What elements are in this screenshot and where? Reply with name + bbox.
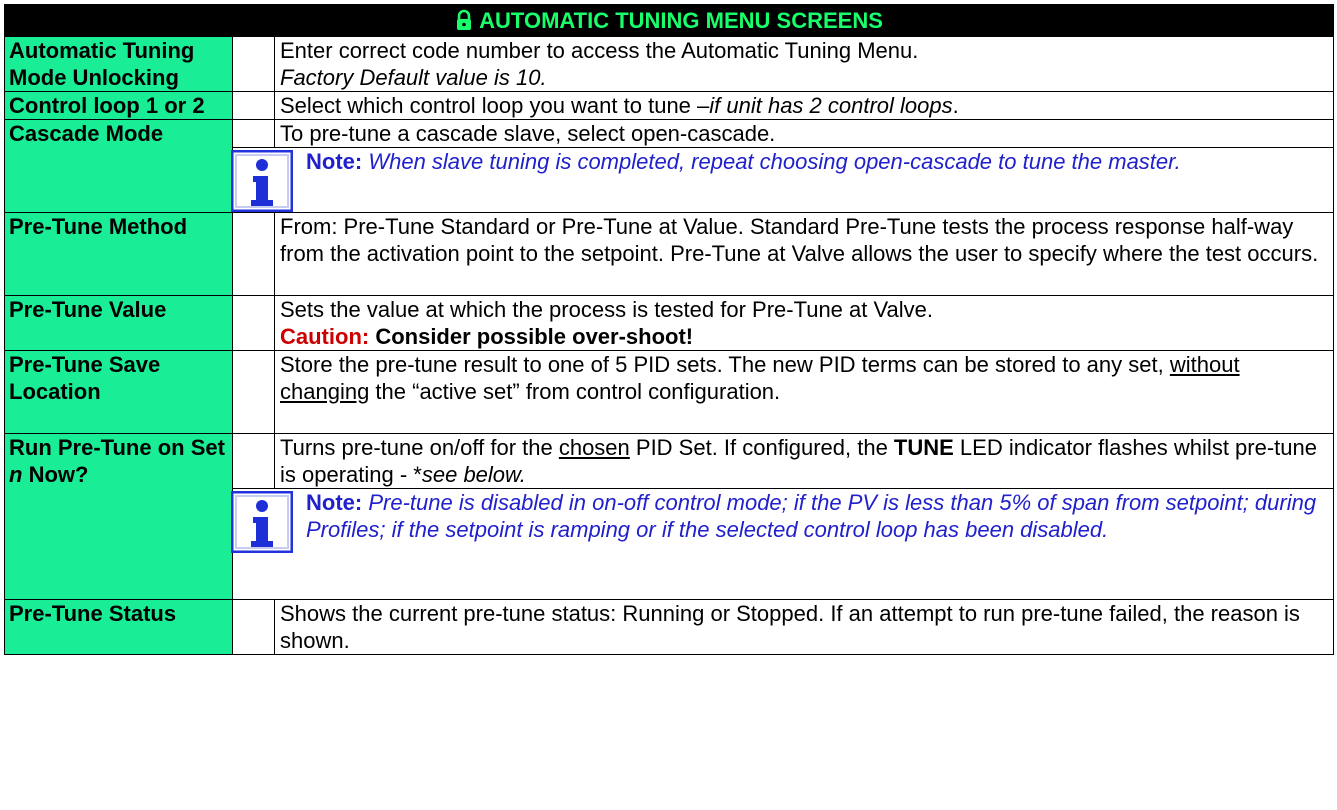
row-gap xyxy=(232,599,275,655)
description-italic: if unit has 2 control loops xyxy=(709,93,953,118)
description-text-end: the “active set” from control configurat… xyxy=(369,379,781,404)
row-gap xyxy=(232,212,275,296)
table-row: Pre-Tune Status Shows the current pre-tu… xyxy=(4,599,1335,655)
tune-led-label: TUNE xyxy=(893,435,954,460)
note-cell: Note: Pre-tune is disabled in on-off con… xyxy=(231,488,1335,600)
info-icon xyxy=(231,150,293,212)
table-row: Pre-Tune Method From: Pre-Tune Standard … xyxy=(4,212,1335,296)
row-gap xyxy=(232,91,275,120)
label-variable: n xyxy=(9,462,23,487)
row-description: Sets the value at which the process is t… xyxy=(273,295,1335,351)
info-icon xyxy=(231,491,293,553)
table-header-row: AUTOMATIC TUNING MENU SCREENS xyxy=(3,4,1335,37)
note-cell: Note: When slave tuning is completed, re… xyxy=(231,147,1335,213)
caution-keyword: Caution: xyxy=(280,324,370,349)
row-label: Pre-Tune Save Location xyxy=(4,350,233,434)
row-description: Shows the current pre-tune status: Runni… xyxy=(273,599,1335,655)
row-description: To pre-tune a cascade slave, select open… xyxy=(273,119,1335,148)
row-gap xyxy=(232,119,275,148)
caution-text: Consider possible over-shoot! xyxy=(369,324,694,349)
table-row: Control loop 1 or 2 Select which control… xyxy=(4,91,1335,120)
description-text: Enter correct code number to access the … xyxy=(280,38,919,63)
tuning-menu-document: AUTOMATIC TUNING MENU SCREENS Automatic … xyxy=(3,4,1335,655)
note-text: Note: Pre-tune is disabled in on-off con… xyxy=(233,489,1328,543)
description-text: Store the pre-tune result to one of 5 PI… xyxy=(280,352,1170,377)
description-text-mid: PID Set. If configured, the xyxy=(629,435,894,460)
lock-icon xyxy=(457,9,472,30)
row-label: Pre-Tune Status xyxy=(4,599,233,655)
row-label: Run Pre-Tune on Set n Now? xyxy=(4,433,233,600)
tuning-menu-table: AUTOMATIC TUNING MENU SCREENS Automatic … xyxy=(3,4,1335,655)
row-gap xyxy=(232,36,275,92)
table-header: AUTOMATIC TUNING MENU SCREENS xyxy=(3,4,1335,37)
description-text: Turns pre-tune on/off for the xyxy=(280,435,559,460)
row-description: From: Pre-Tune Standard or Pre-Tune at V… xyxy=(273,212,1335,296)
row-gap xyxy=(232,350,275,434)
row-description: Turns pre-tune on/off for the chosen PID… xyxy=(273,433,1335,489)
note-body: When slave tuning is completed, repeat c… xyxy=(362,149,1181,174)
description-text: Sets the value at which the process is t… xyxy=(280,297,933,322)
row-gap xyxy=(232,433,275,489)
default-value-text: Factory Default value is 10. xyxy=(280,65,547,90)
row-gap xyxy=(232,295,275,351)
row-label: Automatic Tuning Mode Unlocking xyxy=(4,36,233,92)
table-row: Pre-Tune Value Sets the value at which t… xyxy=(4,295,1335,351)
description-text: Select which control loop you want to tu… xyxy=(280,93,710,118)
description-underline: chosen xyxy=(558,435,630,460)
row-label: Cascade Mode xyxy=(4,119,233,213)
table-row: Run Pre-Tune on Set n Now? Turns pre-tun… xyxy=(4,433,1335,600)
row-description: Enter correct code number to access the … xyxy=(273,36,1335,92)
note-keyword: Note: xyxy=(306,490,363,515)
table-row: Pre-Tune Save Location Store the pre-tun… xyxy=(4,350,1335,434)
row-label: Control loop 1 or 2 xyxy=(4,91,233,120)
note-body: Pre-tune is disabled in on-off control m… xyxy=(306,490,1317,542)
table-title: AUTOMATIC TUNING MENU SCREENS xyxy=(479,8,883,33)
table-row: Automatic Tuning Mode Unlocking Enter co… xyxy=(4,36,1335,92)
note-text: Note: When slave tuning is completed, re… xyxy=(233,148,1328,175)
description-end: . xyxy=(952,93,959,118)
row-description: Select which control loop you want to tu… xyxy=(273,91,1335,120)
note-keyword: Note: xyxy=(306,149,363,174)
label-part: Run Pre-Tune on Set xyxy=(9,435,225,460)
row-label: Pre-Tune Value xyxy=(4,295,233,351)
row-description: Store the pre-tune result to one of 5 PI… xyxy=(273,350,1335,434)
row-label: Pre-Tune Method xyxy=(4,212,233,296)
label-part-end: Now? xyxy=(22,462,89,487)
see-below-text: see below. xyxy=(421,462,526,487)
table-row: Cascade Mode To pre-tune a cascade slave… xyxy=(4,119,1335,213)
